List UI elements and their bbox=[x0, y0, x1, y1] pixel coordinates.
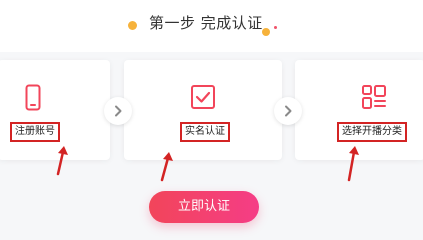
header: 第一步 完成认证 bbox=[0, 8, 423, 36]
decorative-dot-icon bbox=[274, 26, 277, 29]
annotation-arrow-icon bbox=[160, 152, 173, 182]
next-step-button[interactable] bbox=[274, 97, 302, 125]
category-grid-icon bbox=[361, 84, 387, 112]
step-label: 选择开播分类 bbox=[337, 122, 407, 142]
step-card-verify: 实名认证 bbox=[124, 60, 282, 160]
page-title: 第一步 完成认证 bbox=[149, 14, 263, 32]
chevron-right-icon bbox=[283, 103, 293, 119]
annotation-arrow-icon bbox=[56, 146, 68, 176]
decorative-dot-icon bbox=[128, 21, 137, 30]
phone-icon bbox=[20, 84, 46, 112]
auth-steps-page: 第一步 完成认证 注册账号 实名认证 选择开播分类 立即认证 bbox=[0, 0, 423, 240]
step-label: 实名认证 bbox=[180, 122, 230, 142]
next-step-button[interactable] bbox=[104, 97, 132, 125]
decorative-dot-icon bbox=[262, 28, 270, 36]
step-label: 注册账号 bbox=[10, 122, 60, 142]
annotation-arrow-icon bbox=[347, 146, 359, 182]
verify-now-button[interactable]: 立即认证 bbox=[149, 191, 259, 223]
checkbox-check-icon bbox=[190, 84, 216, 112]
chevron-right-icon bbox=[113, 103, 123, 119]
